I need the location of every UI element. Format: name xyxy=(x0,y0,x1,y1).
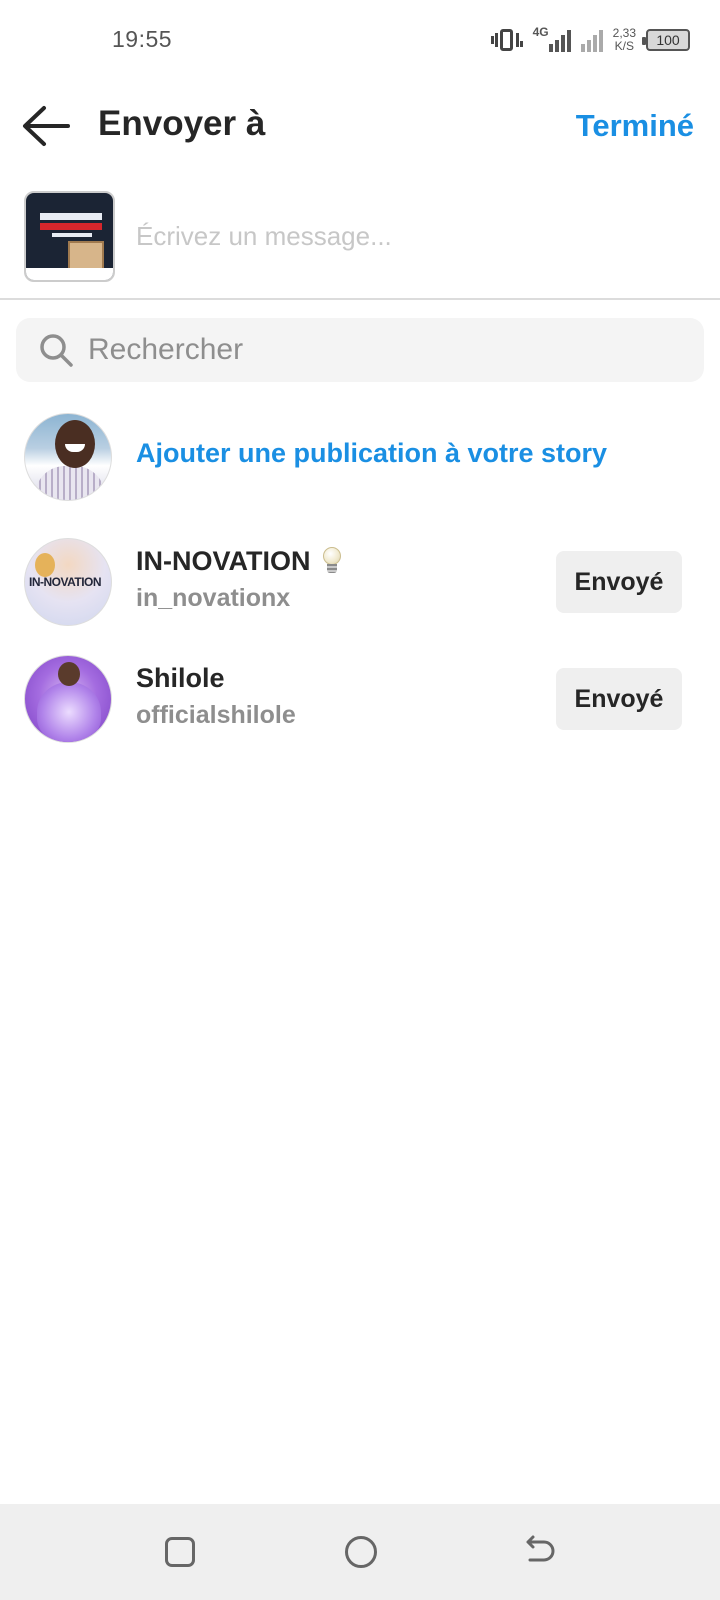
user-name-text: IN-NOVATION xyxy=(136,546,311,576)
status-time: 19:55 xyxy=(112,26,173,52)
recents-button[interactable] xyxy=(165,1537,195,1567)
status-icons: 4G 2,33 K/S 100 xyxy=(490,22,690,58)
add-to-story-row[interactable]: Ajouter une publication à votre story xyxy=(0,413,720,509)
search-icon xyxy=(40,334,73,367)
page-title: Envoyer à xyxy=(98,104,266,143)
done-button[interactable]: Terminé xyxy=(576,108,694,144)
lightbulb-icon xyxy=(322,546,341,577)
user-name: IN-NOVATION xyxy=(136,546,341,577)
avatar: IN-NOVATION xyxy=(24,538,112,626)
add-to-story-label[interactable]: Ajouter une publication à votre story xyxy=(136,438,607,469)
list-item: IN-NOVATION IN-NOVATION in_novationx Env… xyxy=(0,538,720,634)
user-handle: in_novationx xyxy=(136,584,291,612)
system-nav-bar xyxy=(0,1504,720,1600)
sent-button[interactable]: Envoyé xyxy=(556,551,682,613)
user-handle: officialshilole xyxy=(136,701,296,729)
search-box[interactable] xyxy=(16,318,704,382)
message-input[interactable] xyxy=(136,212,676,260)
status-bar: 19:55 4G 2,33 K/S 100 xyxy=(0,0,720,80)
home-button[interactable] xyxy=(345,1536,377,1568)
message-row xyxy=(0,188,720,300)
network-type-label: 4G xyxy=(532,25,549,39)
avatar xyxy=(24,655,112,743)
signal-strength-secondary-icon xyxy=(580,28,603,52)
signal-strength-icon xyxy=(548,28,571,52)
battery-level: 100 xyxy=(656,32,680,48)
search-input[interactable] xyxy=(88,326,688,374)
avatar xyxy=(24,413,112,501)
network-speed: 2,33 K/S xyxy=(613,27,636,53)
user-name: Shilole xyxy=(136,663,225,694)
system-back-button[interactable] xyxy=(522,1534,556,1568)
post-thumbnail xyxy=(24,191,115,282)
arrow-left-icon xyxy=(23,106,70,146)
user-name-text: Shilole xyxy=(136,663,225,693)
battery-icon: 100 xyxy=(642,29,690,51)
network-speed-unit: K/S xyxy=(614,39,634,53)
header: Envoyer à Terminé xyxy=(0,90,720,164)
list-item: Shilole officialshilole Envoyé xyxy=(0,655,720,751)
back-button[interactable] xyxy=(20,104,72,148)
sent-button[interactable]: Envoyé xyxy=(556,668,682,730)
vibrate-icon xyxy=(490,27,523,53)
